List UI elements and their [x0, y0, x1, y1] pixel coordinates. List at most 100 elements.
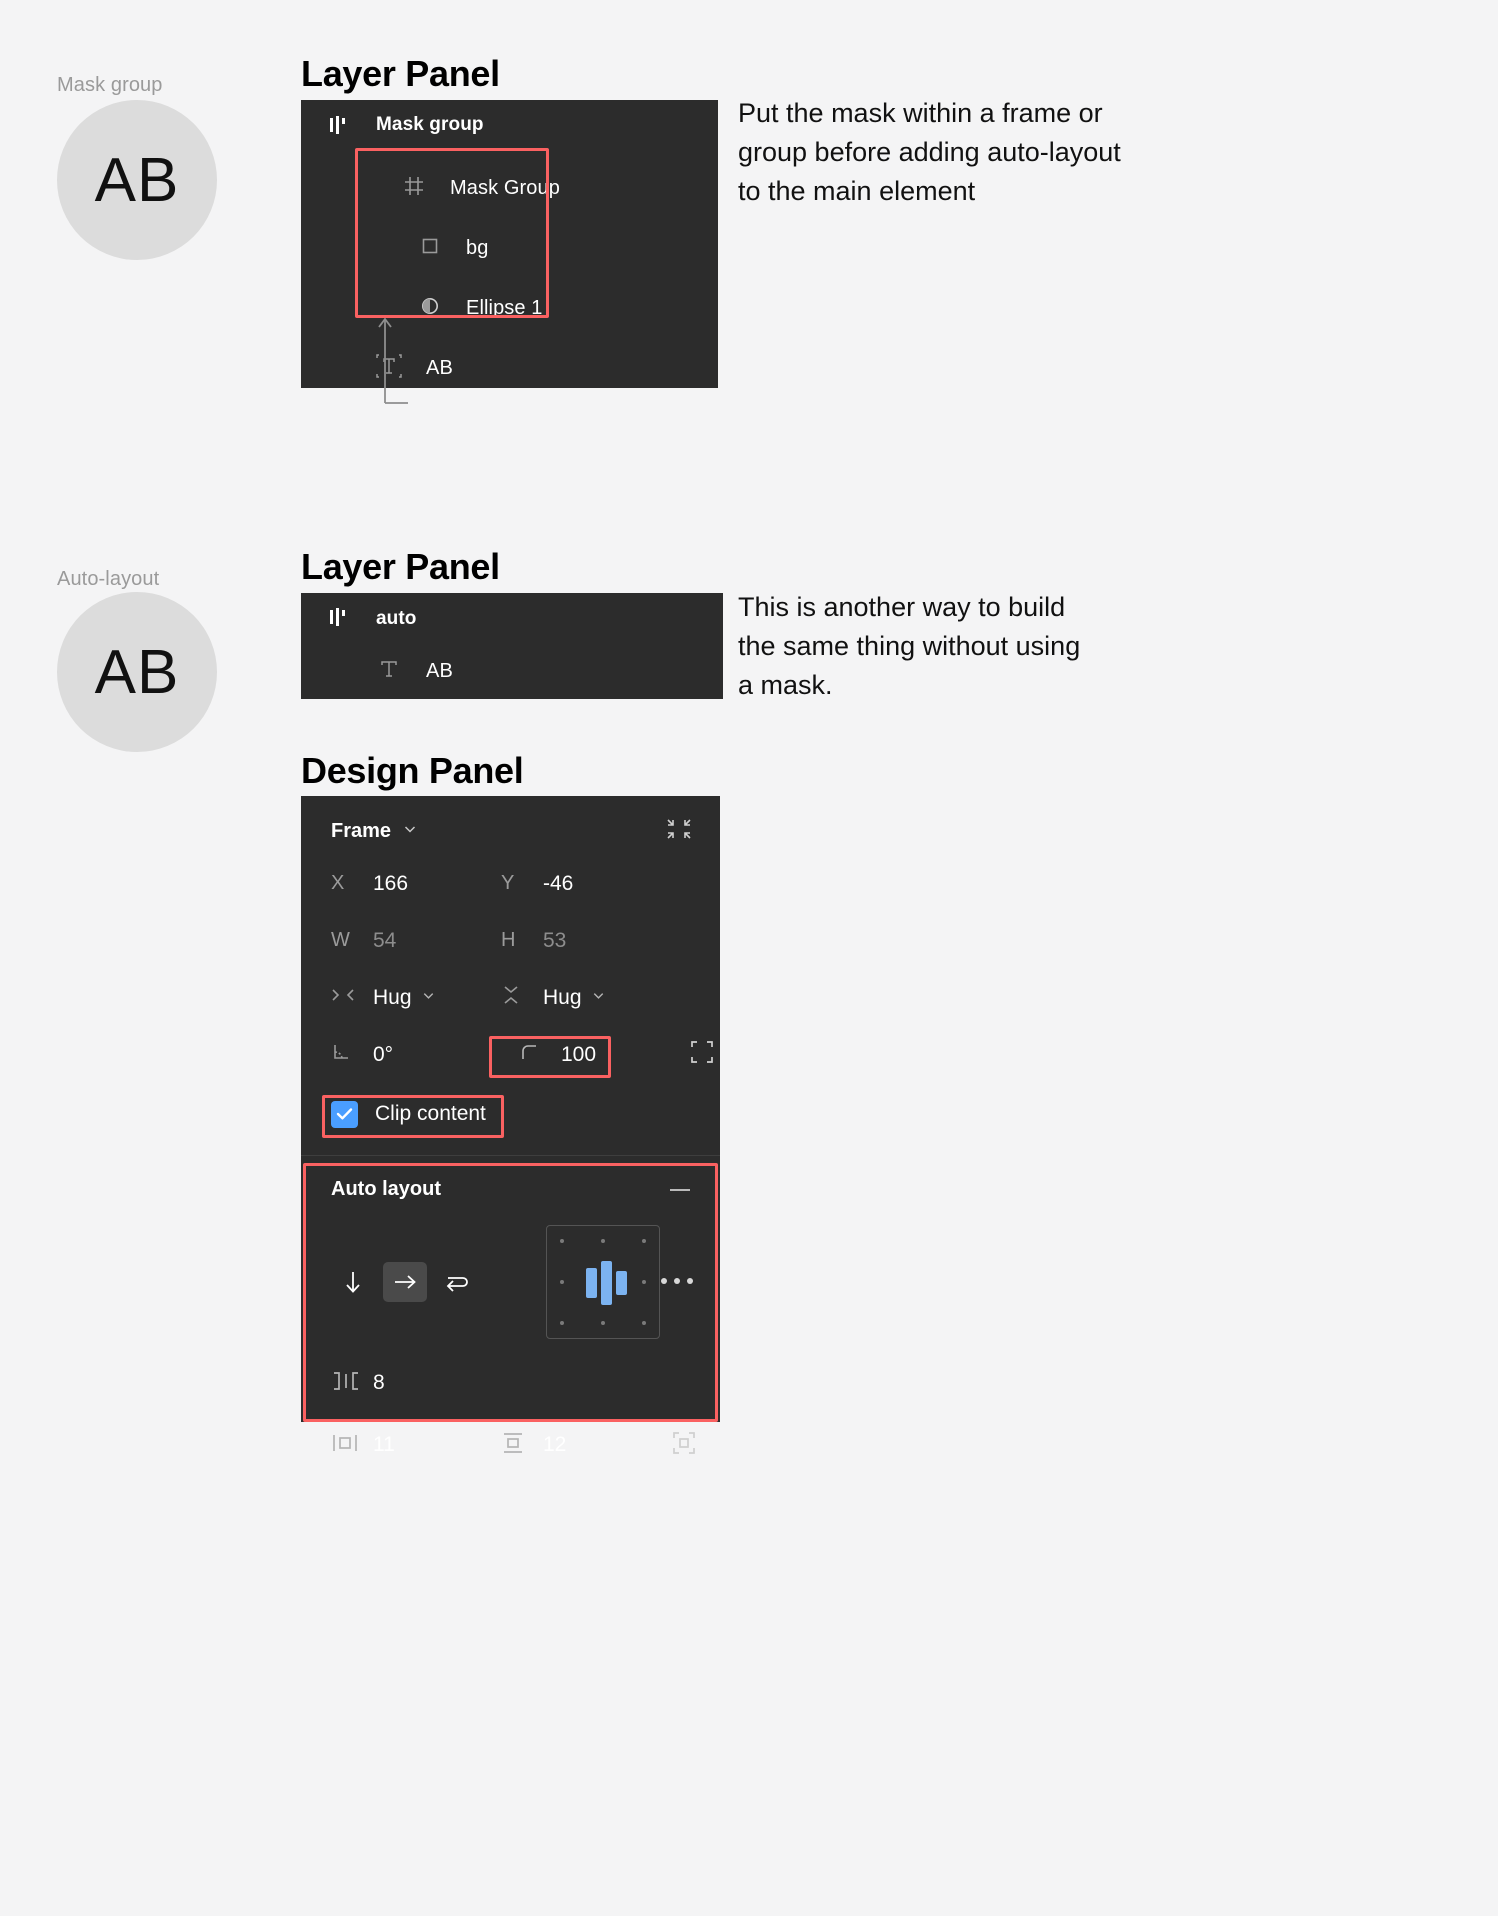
- vertical-resize-value: Hug: [543, 985, 582, 1009]
- chevron-down-icon[interactable]: [591, 988, 606, 1008]
- horizontal-padding-field[interactable]: 11: [331, 1432, 501, 1459]
- align-preview-bar: [586, 1268, 598, 1298]
- design-panel-header: Frame: [301, 796, 720, 855]
- layer-label-ab: AB: [426, 356, 453, 379]
- chevron-down-icon[interactable]: [421, 988, 436, 1008]
- layer-row-root[interactable]: Mask group: [301, 100, 718, 150]
- w-field[interactable]: W 54: [331, 929, 501, 953]
- angle-icon: [331, 1042, 373, 1068]
- vertical-padding-field[interactable]: 12: [501, 1431, 671, 1460]
- independent-corners-icon[interactable]: [689, 1039, 715, 1070]
- rotation-radius-row: 0° 100: [301, 1026, 720, 1083]
- mask-group-caption: Mask group: [57, 74, 163, 96]
- direction-horizontal-button[interactable]: [382, 1262, 427, 1302]
- y-field[interactable]: Y -46: [501, 872, 671, 896]
- gap-value: 8: [373, 1371, 385, 1394]
- individual-padding-icon[interactable]: [671, 1430, 697, 1461]
- x-label: X: [331, 872, 345, 894]
- size-row: W 54 H 53: [301, 912, 720, 969]
- layer-panel-mask-group: Mask group Mask Group bg Ellipse 1 AB: [301, 100, 718, 404]
- vertical-resize-icon: [501, 984, 543, 1012]
- avatar-initials: AB: [94, 145, 180, 215]
- align-preview-bar: [601, 1261, 613, 1305]
- annotation-2: This is another way to build the same th…: [738, 592, 1081, 700]
- auto-layout-horizontal-icon: [328, 116, 350, 134]
- align-preview-bar: [616, 1271, 628, 1295]
- horizontal-resize-value: Hug: [373, 985, 412, 1009]
- auto-layout-horizontal-icon: [328, 607, 350, 631]
- layer-row-ab[interactable]: AB: [301, 338, 718, 398]
- horizontal-padding-value: 11: [373, 1433, 395, 1456]
- layer-row-ellipse[interactable]: Ellipse 1: [301, 278, 718, 338]
- minus-icon[interactable]: [668, 1181, 692, 1199]
- mask-group-avatar: AB: [57, 100, 217, 260]
- align-dot[interactable]: [560, 1321, 565, 1325]
- layer-label-mask-group: Mask Group: [450, 176, 560, 199]
- rotation-field[interactable]: 0°: [331, 1042, 501, 1068]
- resizing-row: Hug Hug: [301, 969, 720, 1026]
- layer-row-auto-root[interactable]: auto: [301, 593, 723, 645]
- clip-content-row[interactable]: Clip content: [301, 1083, 720, 1145]
- h-value: 53: [543, 928, 567, 952]
- alignment-grid[interactable]: [546, 1225, 660, 1339]
- horizontal-padding-icon: [331, 1432, 373, 1459]
- layer-panel-auto: auto AB: [301, 593, 723, 699]
- corner-radius-icon: [519, 1042, 561, 1068]
- annotation-1: Put the mask within a frame or group bef…: [738, 98, 1121, 206]
- vertical-padding-value: 12: [543, 1433, 567, 1456]
- layer-panel-heading-2: Layer Panel: [301, 546, 500, 587]
- align-dot[interactable]: [601, 1321, 606, 1325]
- corner-radius-field[interactable]: 100: [519, 1042, 689, 1068]
- layer-row-mask-group[interactable]: Mask Group: [301, 158, 718, 218]
- auto-layout-header: Auto layout: [331, 1178, 720, 1201]
- direction-vertical-button[interactable]: [331, 1262, 375, 1302]
- gap-icon: [331, 1370, 373, 1397]
- x-field[interactable]: X 166: [331, 872, 501, 896]
- align-dot[interactable]: [560, 1239, 565, 1243]
- layer-label-auto-ab: AB: [426, 659, 453, 682]
- x-value: 166: [373, 871, 409, 895]
- avatar-initials-2: AB: [94, 637, 180, 707]
- h-field[interactable]: H 53: [501, 929, 671, 953]
- clip-content-label: Clip content: [375, 1102, 486, 1125]
- align-dot[interactable]: [642, 1280, 647, 1284]
- h-label: H: [501, 929, 516, 951]
- mask-group-icon: [402, 174, 426, 203]
- padding-row: 11 12: [331, 1423, 720, 1467]
- layer-panel-heading-1: Layer Panel: [301, 53, 500, 94]
- clip-content-checkbox[interactable]: [331, 1100, 358, 1128]
- layer-auto-root-label: auto: [376, 608, 417, 629]
- horizontal-resize-icon: [331, 986, 373, 1009]
- layer-row-bg[interactable]: bg: [301, 218, 718, 278]
- align-dot[interactable]: [560, 1280, 565, 1284]
- align-dot[interactable]: [601, 1239, 606, 1243]
- more-options-icon[interactable]: [660, 1273, 694, 1291]
- layer-root-label: Mask group: [376, 114, 484, 135]
- auto-layout-avatar: AB: [57, 592, 217, 752]
- w-value: 54: [373, 928, 397, 952]
- gap-field[interactable]: 8: [331, 1361, 720, 1405]
- mask-arrow-icon: [376, 312, 410, 409]
- layer-label-ellipse: Ellipse 1: [466, 296, 543, 319]
- layer-row-auto-ab[interactable]: AB: [301, 645, 723, 697]
- chevron-down-icon[interactable]: [402, 821, 418, 842]
- rotation-value: 0°: [373, 1042, 394, 1066]
- design-panel-heading: Design Panel: [301, 750, 524, 791]
- mask-ellipse-icon: [418, 294, 442, 323]
- w-label: W: [331, 929, 350, 951]
- vertical-resizing-field[interactable]: Hug: [501, 984, 671, 1012]
- align-dot[interactable]: [642, 1321, 647, 1325]
- text-icon: [376, 656, 402, 687]
- rectangle-icon: [418, 234, 442, 263]
- horizontal-resizing-field[interactable]: Hug: [331, 986, 501, 1010]
- auto-layout-controls: [331, 1225, 720, 1339]
- auto-layout-caption: Auto-layout: [57, 568, 160, 590]
- position-row: X 166 Y -46: [301, 855, 720, 912]
- direction-wrap-button[interactable]: [435, 1262, 479, 1302]
- vertical-padding-icon: [501, 1431, 543, 1460]
- align-dot[interactable]: [642, 1239, 647, 1243]
- auto-layout-title: Auto layout: [331, 1178, 441, 1200]
- frame-type-label: Frame: [331, 820, 392, 842]
- collapse-icon[interactable]: [666, 818, 692, 845]
- auto-layout-section: Auto layout 8 11 12: [301, 1156, 720, 1467]
